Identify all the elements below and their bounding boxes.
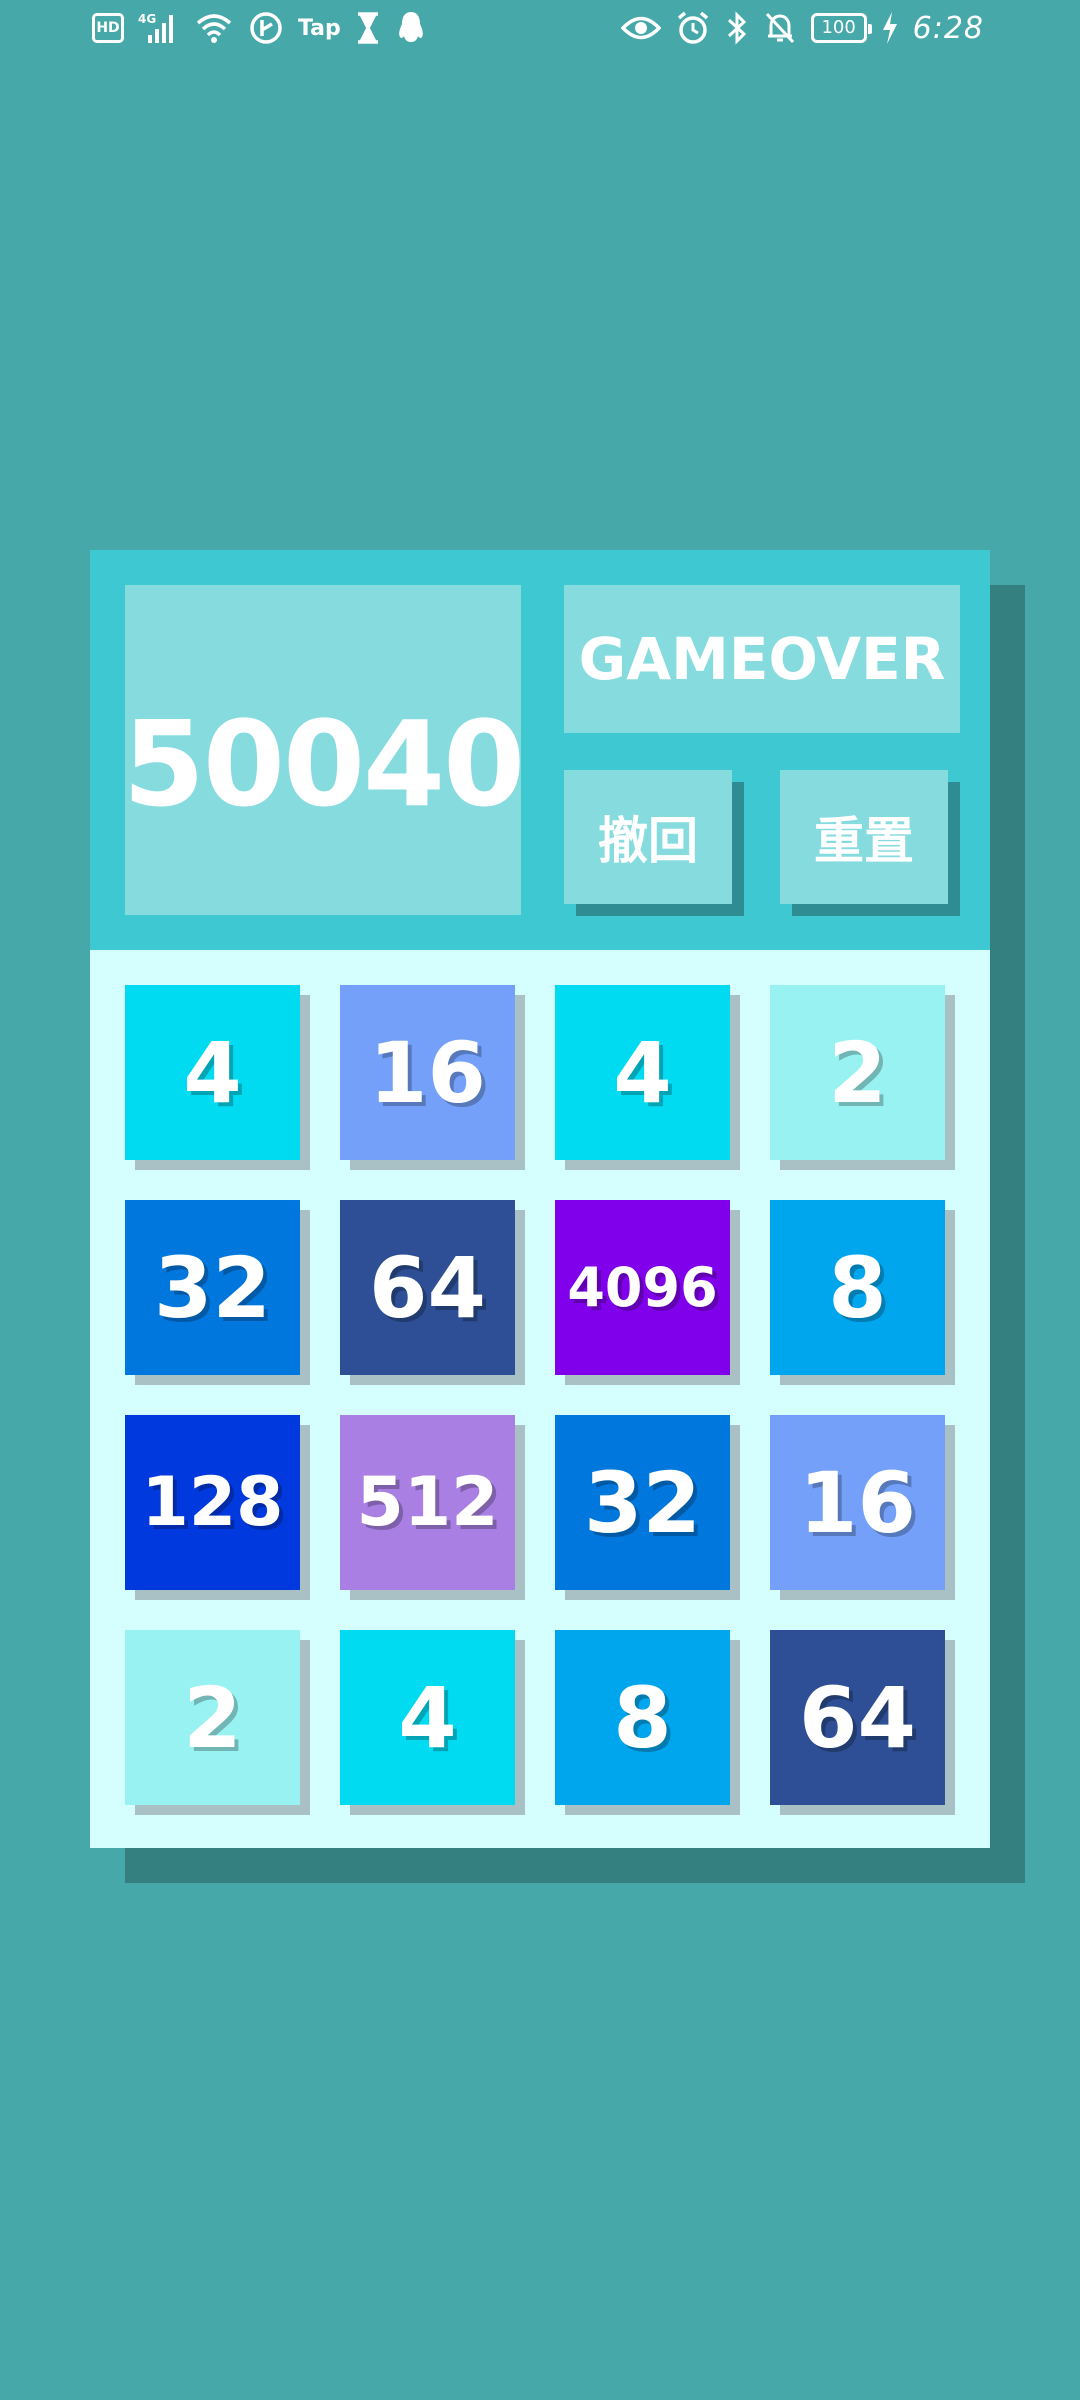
tile: 64	[340, 1200, 515, 1375]
hourglass-icon	[355, 11, 381, 45]
game-card: 50040 GAMEOVER 撤回 重置 4 16 4 2 32 64 4096 8 128 51…	[90, 550, 990, 1848]
bluetooth-icon	[725, 10, 749, 46]
alarm-icon	[675, 10, 711, 46]
qq-penguin-icon	[395, 10, 427, 46]
game-status-panel: GAMEOVER	[564, 585, 960, 733]
status-bar-right: 100 6:28	[620, 8, 984, 48]
tile-value: 4096	[567, 1256, 718, 1319]
status-bar-left: HD 4G Tap	[92, 8, 427, 48]
hd-icon: HD	[92, 13, 124, 43]
charging-icon	[881, 11, 899, 45]
tile-value: 32	[154, 1238, 271, 1337]
tile-value: 16	[369, 1023, 486, 1122]
reset-button[interactable]: 重置	[780, 770, 948, 904]
tile-value: 4	[183, 1023, 242, 1122]
eye-icon	[620, 13, 661, 43]
game-header: 50040 GAMEOVER 撤回 重置	[90, 550, 990, 950]
tile: 512	[340, 1415, 515, 1590]
undo-button[interactable]: 撤回	[564, 770, 732, 904]
tile: 8	[555, 1630, 730, 1805]
battery-icon: 100	[810, 13, 872, 43]
tile-value: 64	[799, 1668, 916, 1767]
score-value: 50040	[122, 695, 526, 833]
network-type-label: 4G	[138, 12, 156, 26]
wifi-icon	[194, 11, 234, 45]
data-saver-icon	[248, 10, 284, 46]
tile: 16	[770, 1415, 945, 1590]
status-bar: HD 4G Tap 100 6:28	[0, 0, 1080, 56]
tile-value: 8	[613, 1668, 672, 1767]
tile: 32	[555, 1415, 730, 1590]
tile: 2	[125, 1630, 300, 1805]
tile-value: 512	[356, 1463, 499, 1542]
tile: 2	[770, 985, 945, 1160]
tile-value: 128	[141, 1463, 284, 1542]
tile: 16	[340, 985, 515, 1160]
tile: 4	[340, 1630, 515, 1805]
tile-value: 2	[183, 1668, 242, 1767]
tile-value: 4	[398, 1668, 457, 1767]
tile-value: 4	[613, 1023, 672, 1122]
tile: 4	[125, 985, 300, 1160]
tile-value: 2	[828, 1023, 887, 1122]
score-panel: 50040	[122, 585, 526, 915]
tile: 64	[770, 1630, 945, 1805]
game-board[interactable]: 4 16 4 2 32 64 4096 8 128 512 32 16 2 4 8 64	[90, 950, 990, 1848]
mute-bell-icon	[763, 10, 797, 46]
tile-value: 8	[828, 1238, 887, 1337]
tile: 32	[125, 1200, 300, 1375]
tile: 4	[555, 985, 730, 1160]
tile: 128	[125, 1415, 300, 1590]
tile-value: 64	[369, 1238, 486, 1337]
tile: 4096	[555, 1200, 730, 1375]
tile-value: 32	[584, 1453, 701, 1552]
signal-4g-icon: 4G	[138, 11, 180, 45]
game-status-label: GAMEOVER	[578, 625, 946, 693]
tile-value: 16	[799, 1453, 916, 1552]
tile: 8	[770, 1200, 945, 1375]
clock: 6:28	[912, 10, 984, 46]
tap-icon: Tap	[298, 15, 341, 41]
